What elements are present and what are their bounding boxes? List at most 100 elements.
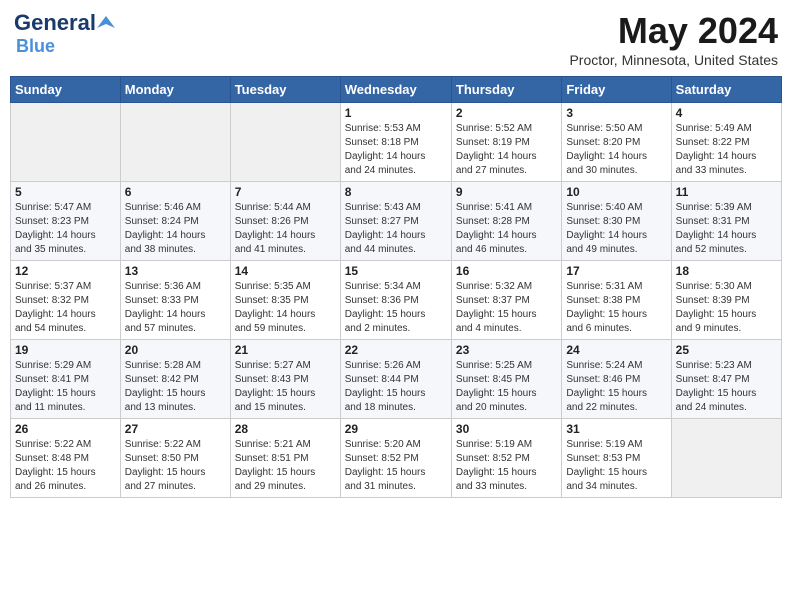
day-number: 13 <box>125 264 226 278</box>
calendar-table: SundayMondayTuesdayWednesdayThursdayFrid… <box>10 76 782 498</box>
calendar-cell: 9 Sunrise: 5:41 AM Sunset: 8:28 PM Daylig… <box>451 182 561 261</box>
calendar-cell: 10 Sunrise: 5:40 AM Sunset: 8:30 PM Dayli… <box>562 182 671 261</box>
day-number: 23 <box>456 343 557 357</box>
calendar-cell <box>671 419 781 498</box>
calendar-cell: 1 Sunrise: 5:53 AM Sunset: 8:18 PM Daylig… <box>340 103 451 182</box>
day-info: Sunrise: 5:44 AM Sunset: 8:26 PM Dayligh… <box>235 201 336 257</box>
day-number: 25 <box>676 343 777 357</box>
calendar-cell: 16 Sunrise: 5:32 AM Sunset: 8:37 PM Dayli… <box>451 261 561 340</box>
day-info: Sunrise: 5:47 AM Sunset: 8:23 PM Dayligh… <box>15 201 116 257</box>
day-number: 20 <box>125 343 226 357</box>
day-number: 3 <box>566 106 666 120</box>
calendar-cell <box>230 103 340 182</box>
calendar-cell: 18 Sunrise: 5:30 AM Sunset: 8:39 PM Dayli… <box>671 261 781 340</box>
day-info: Sunrise: 5:24 AM Sunset: 8:46 PM Dayligh… <box>566 359 666 415</box>
calendar-cell: 14Sunrise: 5:35 AM Sunset: 8:35 PM Dayli… <box>230 261 340 340</box>
calendar-cell <box>120 103 230 182</box>
day-info: Sunrise: 5:40 AM Sunset: 8:30 PM Dayligh… <box>566 201 666 257</box>
day-info: Sunrise: 5:30 AM Sunset: 8:39 PM Dayligh… <box>676 280 777 336</box>
calendar-week-row: 26Sunrise: 5:22 AM Sunset: 8:48 PM Dayli… <box>11 419 782 498</box>
calendar-cell: 13 Sunrise: 5:36 AM Sunset: 8:33 PM Dayli… <box>120 261 230 340</box>
day-number: 2 <box>456 106 557 120</box>
calendar-cell: 22 Sunrise: 5:26 AM Sunset: 8:44 PM Dayli… <box>340 340 451 419</box>
day-info: Sunrise: 5:52 AM Sunset: 8:19 PM Dayligh… <box>456 122 557 178</box>
day-info: Sunrise: 5:25 AM Sunset: 8:45 PM Dayligh… <box>456 359 557 415</box>
weekday-header-thursday: Thursday <box>451 77 561 103</box>
day-number: 8 <box>345 185 447 199</box>
calendar-week-row: 5 Sunrise: 5:47 AM Sunset: 8:23 PM Daylig… <box>11 182 782 261</box>
calendar-cell <box>11 103 121 182</box>
day-number: 29 <box>345 422 447 436</box>
day-number: 7 <box>235 185 336 199</box>
calendar-cell: 4 Sunrise: 5:49 AM Sunset: 8:22 PM Daylig… <box>671 103 781 182</box>
weekday-header-friday: Friday <box>562 77 671 103</box>
calendar-cell: 31 Sunrise: 5:19 AM Sunset: 8:53 PM Dayli… <box>562 419 671 498</box>
day-number: 1 <box>345 106 447 120</box>
page-header: General Blue May 2024 Proctor, Minnesota… <box>10 10 782 68</box>
day-info: Sunrise: 5:23 AM Sunset: 8:47 PM Dayligh… <box>676 359 777 415</box>
title-area: May 2024 Proctor, Minnesota, United Stat… <box>569 10 778 68</box>
calendar-cell: 7 Sunrise: 5:44 AM Sunset: 8:26 PM Daylig… <box>230 182 340 261</box>
day-number: 12 <box>15 264 116 278</box>
day-info: Sunrise: 5:34 AM Sunset: 8:36 PM Dayligh… <box>345 280 447 336</box>
calendar-cell: 12 Sunrise: 5:37 AM Sunset: 8:32 PM Dayli… <box>11 261 121 340</box>
day-info: Sunrise: 5:22 AM Sunset: 8:50 PM Dayligh… <box>125 438 226 494</box>
calendar-cell: 28Sunrise: 5:21 AM Sunset: 8:51 PM Dayli… <box>230 419 340 498</box>
day-number: 9 <box>456 185 557 199</box>
day-number: 22 <box>345 343 447 357</box>
day-number: 27 <box>125 422 226 436</box>
calendar-cell: 26Sunrise: 5:22 AM Sunset: 8:48 PM Dayli… <box>11 419 121 498</box>
calendar-cell: 20 Sunrise: 5:28 AM Sunset: 8:42 PM Dayli… <box>120 340 230 419</box>
day-info: Sunrise: 5:41 AM Sunset: 8:28 PM Dayligh… <box>456 201 557 257</box>
day-info: Sunrise: 5:39 AM Sunset: 8:31 PM Dayligh… <box>676 201 777 257</box>
day-info: Sunrise: 5:28 AM Sunset: 8:42 PM Dayligh… <box>125 359 226 415</box>
day-info: Sunrise: 5:32 AM Sunset: 8:37 PM Dayligh… <box>456 280 557 336</box>
calendar-cell: 27 Sunrise: 5:22 AM Sunset: 8:50 PM Dayli… <box>120 419 230 498</box>
day-number: 31 <box>566 422 666 436</box>
calendar-cell: 11Sunrise: 5:39 AM Sunset: 8:31 PM Dayli… <box>671 182 781 261</box>
calendar-cell: 15Sunrise: 5:34 AM Sunset: 8:36 PM Dayli… <box>340 261 451 340</box>
calendar-cell: 2 Sunrise: 5:52 AM Sunset: 8:19 PM Daylig… <box>451 103 561 182</box>
logo-bird-icon <box>97 14 115 32</box>
day-info: Sunrise: 5:50 AM Sunset: 8:20 PM Dayligh… <box>566 122 666 178</box>
weekday-header-saturday: Saturday <box>671 77 781 103</box>
day-number: 4 <box>676 106 777 120</box>
calendar-week-row: 19 Sunrise: 5:29 AM Sunset: 8:41 PM Dayli… <box>11 340 782 419</box>
weekday-header-monday: Monday <box>120 77 230 103</box>
day-number: 14 <box>235 264 336 278</box>
day-info: Sunrise: 5:20 AM Sunset: 8:52 PM Dayligh… <box>345 438 447 494</box>
logo-blue: Blue <box>16 36 55 57</box>
day-number: 16 <box>456 264 557 278</box>
day-number: 18 <box>676 264 777 278</box>
weekday-header-wednesday: Wednesday <box>340 77 451 103</box>
calendar-cell: 3 Sunrise: 5:50 AM Sunset: 8:20 PM Daylig… <box>562 103 671 182</box>
calendar-cell: 29 Sunrise: 5:20 AM Sunset: 8:52 PM Dayli… <box>340 419 451 498</box>
day-info: Sunrise: 5:21 AM Sunset: 8:51 PM Dayligh… <box>235 438 336 494</box>
day-info: Sunrise: 5:29 AM Sunset: 8:41 PM Dayligh… <box>15 359 116 415</box>
calendar-cell: 6Sunrise: 5:46 AM Sunset: 8:24 PM Daylig… <box>120 182 230 261</box>
calendar-cell: 23 Sunrise: 5:25 AM Sunset: 8:45 PM Dayli… <box>451 340 561 419</box>
day-info: Sunrise: 5:19 AM Sunset: 8:53 PM Dayligh… <box>566 438 666 494</box>
day-info: Sunrise: 5:36 AM Sunset: 8:33 PM Dayligh… <box>125 280 226 336</box>
day-number: 10 <box>566 185 666 199</box>
calendar-cell: 30Sunrise: 5:19 AM Sunset: 8:52 PM Dayli… <box>451 419 561 498</box>
logo: General Blue <box>14 10 115 57</box>
day-info: Sunrise: 5:53 AM Sunset: 8:18 PM Dayligh… <box>345 122 447 178</box>
day-info: Sunrise: 5:22 AM Sunset: 8:48 PM Dayligh… <box>15 438 116 494</box>
weekday-header-sunday: Sunday <box>11 77 121 103</box>
day-info: Sunrise: 5:26 AM Sunset: 8:44 PM Dayligh… <box>345 359 447 415</box>
day-info: Sunrise: 5:49 AM Sunset: 8:22 PM Dayligh… <box>676 122 777 178</box>
day-number: 30 <box>456 422 557 436</box>
day-number: 5 <box>15 185 116 199</box>
logo-general: General <box>14 10 96 36</box>
calendar-cell: 19 Sunrise: 5:29 AM Sunset: 8:41 PM Dayli… <box>11 340 121 419</box>
weekday-header-row: SundayMondayTuesdayWednesdayThursdayFrid… <box>11 77 782 103</box>
calendar-week-row: 1 Sunrise: 5:53 AM Sunset: 8:18 PM Daylig… <box>11 103 782 182</box>
day-info: Sunrise: 5:46 AM Sunset: 8:24 PM Dayligh… <box>125 201 226 257</box>
day-info: Sunrise: 5:37 AM Sunset: 8:32 PM Dayligh… <box>15 280 116 336</box>
location-subtitle: Proctor, Minnesota, United States <box>569 52 778 68</box>
calendar-cell: 25 Sunrise: 5:23 AM Sunset: 8:47 PM Dayli… <box>671 340 781 419</box>
calendar-week-row: 12 Sunrise: 5:37 AM Sunset: 8:32 PM Dayli… <box>11 261 782 340</box>
weekday-header-tuesday: Tuesday <box>230 77 340 103</box>
day-number: 19 <box>15 343 116 357</box>
